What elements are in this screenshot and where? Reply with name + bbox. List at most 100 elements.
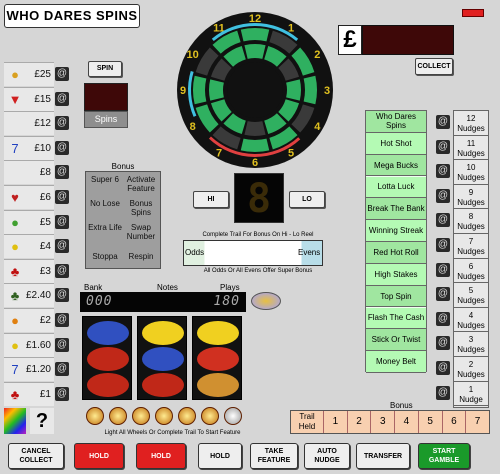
trail-held-label: Trail Held: [298, 412, 316, 431]
nudge-item: 11 Nudges: [454, 136, 488, 161]
collect-button[interactable]: COLLECT: [415, 58, 453, 75]
nudge-count: 2: [468, 360, 474, 369]
feature-item: Stick Or Twist: [366, 329, 426, 352]
feature-item: Money Belt: [366, 351, 426, 373]
ladder-row: ▼ £15: [4, 86, 54, 111]
trail-bonus-label: Bonus: [390, 401, 413, 410]
wheel-number: 4: [314, 121, 321, 133]
bonus-no-lose: No Lose: [90, 199, 120, 208]
bonus-extra-life: Extra Life: [88, 223, 122, 232]
trail-step: 4: [394, 411, 418, 433]
feature-item: Winning Streak: [366, 220, 426, 242]
nudge-count: 5: [468, 286, 474, 296]
button-auto-nudge[interactable]: AUTO NUDGE: [304, 443, 350, 469]
feature-coin-icon: [155, 407, 173, 425]
swirl-icon: @: [55, 214, 69, 229]
nudge-count: 8: [468, 212, 474, 222]
red-seven-icon: [87, 347, 129, 371]
trail-step: 2: [346, 411, 371, 433]
feature-ladder: Who Dares Spins Hot Shot Mega Bucks Lotta L…: [365, 110, 427, 373]
feature-item: Lotta Luck: [366, 176, 426, 199]
nudge-item: 6 Nudges: [454, 259, 488, 284]
plays-label: Plays: [220, 283, 240, 292]
spins-counter-display: [84, 83, 128, 111]
win-ladder: ● £25 ▼ £15 £12 7 £10 £8 ♥ £6 ● £5 ● £4 ♣ £3 ♣ £2.40 ● £2 ● £…: [4, 62, 54, 434]
swirl-icon: @: [55, 263, 69, 278]
nudge-item: 1 Nudge: [454, 382, 488, 407]
feature-item: Top Spin: [366, 285, 426, 308]
orange-icon: ●: [11, 313, 19, 328]
swirl-icon: @: [436, 385, 450, 400]
button-take-feature[interactable]: TAKE FEATURE: [250, 443, 298, 469]
bonus-bonus-spins: Bonus Spins: [129, 199, 153, 217]
reel-3: [192, 316, 242, 400]
spin-button[interactable]: SPIN: [88, 61, 122, 77]
credit-display: [362, 25, 454, 55]
feature-coin-icon: [178, 407, 196, 425]
swirl-icon: @: [436, 213, 450, 228]
nudge-item: 12 Nudges: [454, 111, 488, 136]
button-hold[interactable]: HOLD: [198, 443, 242, 469]
swirl-icon: @: [436, 188, 450, 203]
plays-meter: 180: [180, 292, 246, 312]
wheel-segment: [240, 28, 270, 42]
lo-button[interactable]: LO: [289, 191, 325, 208]
button-hold[interactable]: HOLD: [136, 443, 186, 469]
nudge-count: 10: [466, 163, 476, 173]
button-cancel-collect[interactable]: CANCEL COLLECT: [8, 443, 64, 469]
ladder-row: ♣ £2.40: [4, 283, 54, 308]
button-start-gamble[interactable]: START GAMBLE: [418, 443, 470, 469]
swirl-icon: @: [436, 164, 450, 179]
ladder-value: £5: [39, 216, 51, 228]
hi-button[interactable]: HI: [193, 191, 229, 208]
nudge-count: 4: [468, 310, 474, 320]
nudge-label: Nudges: [457, 173, 485, 183]
nudge-count: 7: [468, 237, 474, 246]
nudge-count: 3: [468, 335, 474, 345]
swirl-icon: @: [55, 67, 69, 81]
bonus-super-6: Super 6: [90, 175, 120, 184]
swirl-icon: @: [436, 311, 450, 326]
ladder-value: £1: [39, 388, 51, 400]
lemon-icon: [142, 321, 184, 345]
ladder-row: ● £4: [4, 234, 54, 259]
cherry-icon: ♣: [10, 386, 20, 402]
reel-1: [82, 316, 132, 400]
lemon-icon: ●: [11, 239, 19, 255]
wheel-number: 6: [252, 157, 258, 169]
swirl-icon: @: [55, 337, 69, 352]
bank-label: Bank: [84, 283, 103, 292]
nudge-item: 5 Nudges: [454, 283, 488, 308]
trail-step: 3: [370, 411, 394, 433]
swirl-icon: @: [436, 115, 450, 129]
bonus-respin: Respin: [128, 252, 154, 261]
ladder-row: £12: [4, 111, 54, 136]
lemon-icon: ●: [11, 337, 19, 353]
ladder-row: 7 £10: [4, 135, 54, 160]
feature-item: Who Dares Spins: [366, 111, 426, 133]
ladder-row: ♣ £1: [4, 381, 54, 406]
rainbow-ball-icon: ●: [11, 67, 19, 82]
button-hold[interactable]: HOLD: [74, 443, 124, 469]
swirl-icon: @: [55, 239, 69, 254]
bonus-stoppa: Stoppa: [92, 252, 118, 261]
ladder-value: £6: [39, 192, 51, 203]
wheel-number: 10: [187, 49, 199, 61]
blue-seven-icon: 7: [11, 362, 19, 378]
swirl-icon: @: [436, 287, 450, 302]
nudge-item: 4 Nudges: [454, 308, 488, 333]
fruit-machine: WHO DARES SPINS £ SPIN COLLECT Spins ● £2…: [0, 0, 500, 474]
ladder-row: 7 £1.20: [4, 357, 54, 382]
button-transfer[interactable]: TRANSFER: [356, 443, 410, 469]
ladder-value: £8: [39, 167, 51, 179]
swirl-icon: @: [55, 288, 69, 303]
nudge-label: Nudges: [457, 345, 485, 355]
wheel-inner-segment: [244, 121, 266, 136]
trail-step: 6: [441, 411, 466, 433]
nudge-ladder: 12 Nudges 11 Nudges 10 Nudges 9 Nudges 8 Nudges 7 N…: [453, 110, 489, 408]
trail-step: 5: [417, 411, 442, 433]
red-tshirt-icon: ▼: [8, 91, 22, 107]
currency-symbol: £: [338, 25, 362, 55]
swirl-icon: @: [55, 313, 69, 327]
hilo-number-display: 8: [234, 173, 284, 223]
